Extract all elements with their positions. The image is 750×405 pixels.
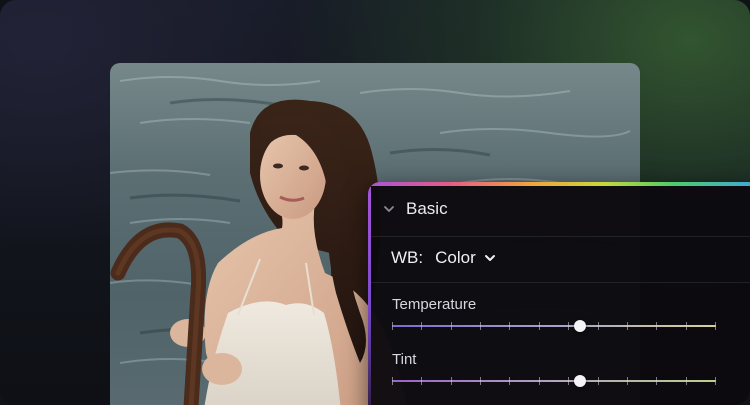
slider-tick	[421, 377, 422, 385]
slider-tick	[656, 377, 657, 385]
slider-tick	[715, 322, 716, 330]
slider-tick	[568, 322, 569, 330]
temperature-slider[interactable]	[392, 319, 716, 333]
app-canvas: Basic WB: Color Temperature Tint	[0, 0, 750, 405]
slider-tick	[539, 377, 540, 385]
white-balance-dropdown[interactable]: Color	[435, 248, 497, 268]
slider-tick	[715, 377, 716, 385]
slider-tick	[451, 377, 452, 385]
slider-tick	[598, 322, 599, 330]
slider-tick	[421, 322, 422, 330]
slider-tick	[539, 322, 540, 330]
divider	[371, 236, 750, 237]
slider-tick	[480, 322, 481, 330]
temperature-slider-track	[392, 325, 716, 327]
slider-tick	[568, 377, 569, 385]
slider-tick	[480, 377, 481, 385]
section-header-basic[interactable]: Basic	[382, 196, 448, 222]
white-balance-row: WB: Color	[391, 244, 497, 272]
chevron-down-icon	[483, 251, 497, 265]
slider-tick	[509, 322, 510, 330]
slider-tick	[686, 322, 687, 330]
section-title: Basic	[406, 199, 448, 218]
tint-slider-thumb[interactable]	[573, 375, 586, 387]
divider	[371, 282, 750, 283]
tint-label: Tint	[392, 351, 417, 368]
slider-tick	[656, 322, 657, 330]
slider-tick	[627, 322, 628, 330]
chevron-down-icon[interactable]	[382, 202, 396, 216]
slider-tick	[509, 377, 510, 385]
slider-tick	[392, 377, 393, 385]
slider-tick	[598, 377, 599, 385]
slider-tick	[627, 377, 628, 385]
tint-slider[interactable]	[392, 374, 716, 388]
slider-tick	[392, 322, 393, 330]
white-balance-label: WB:	[391, 248, 424, 267]
slider-tick	[686, 377, 687, 385]
adjustment-panel: Basic WB: Color Temperature Tint	[368, 182, 750, 405]
temperature-slider-thumb[interactable]	[573, 320, 586, 332]
temperature-label: Temperature	[392, 296, 477, 313]
slider-tick	[451, 322, 452, 330]
tint-slider-track	[392, 380, 716, 382]
white-balance-value: Color	[435, 248, 476, 267]
